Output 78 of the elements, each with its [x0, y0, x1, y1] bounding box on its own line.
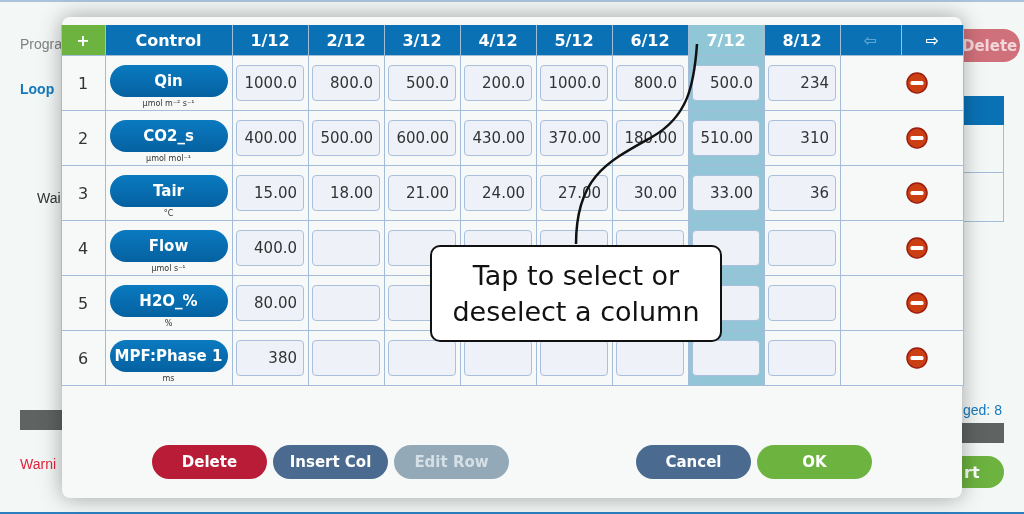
value-field[interactable]: 80.00 — [236, 285, 304, 321]
value-field[interactable]: 30.00 — [616, 175, 684, 211]
remove-icon[interactable] — [905, 292, 928, 314]
value-field[interactable]: 33.00 — [692, 175, 760, 211]
remove-icon[interactable] — [905, 127, 928, 149]
control-button[interactable]: Qin — [109, 65, 228, 97]
unit-label: ms — [162, 374, 175, 384]
control-button[interactable]: Flow — [109, 230, 228, 262]
value-field[interactable]: 1000.0 — [236, 65, 304, 101]
control-button[interactable]: CO2_s — [109, 120, 228, 152]
unit-label: °C — [163, 209, 174, 219]
remove-icon[interactable] — [905, 182, 928, 204]
value-field[interactable]: 500.00 — [312, 120, 380, 156]
insert-column-button[interactable]: Insert Col — [273, 445, 388, 479]
value-field[interactable] — [540, 340, 608, 376]
row-number: 5 — [77, 293, 89, 313]
column-header[interactable]: 4/12 — [460, 25, 536, 55]
row-number: 4 — [77, 238, 89, 258]
value-field[interactable]: 500.0 — [388, 65, 456, 101]
value-field[interactable]: 200.0 — [464, 65, 532, 101]
value-field[interactable] — [388, 340, 456, 376]
value-field[interactable]: 370.00 — [540, 120, 608, 156]
value-field[interactable] — [464, 340, 532, 376]
wait-label: Wai — [37, 190, 62, 206]
column-header: Control — [105, 25, 232, 55]
cancel-button[interactable]: Cancel — [636, 445, 751, 479]
column-header[interactable]: 8/12 — [764, 25, 840, 55]
value-field[interactable]: 600.00 — [388, 120, 456, 156]
unit-label: µmol s⁻¹ — [151, 264, 186, 274]
value-field[interactable] — [312, 230, 380, 266]
row-number: 3 — [77, 183, 89, 203]
value-field[interactable]: 36 — [768, 175, 836, 211]
logged-count: ged: 8 — [963, 402, 1003, 418]
program-label: Progra — [20, 36, 62, 52]
control-button[interactable]: H2O_% — [109, 285, 228, 317]
value-field[interactable]: 234 — [768, 65, 836, 101]
value-field[interactable]: 1000.0 — [540, 65, 608, 101]
remove-icon[interactable] — [905, 72, 928, 94]
value-field[interactable] — [312, 340, 380, 376]
value-field[interactable]: 800.0 — [312, 65, 380, 101]
row-number: 2 — [77, 128, 89, 148]
value-field[interactable]: 400.00 — [236, 120, 304, 156]
remove-icon[interactable] — [905, 237, 928, 259]
column-header[interactable]: 2/12 — [308, 25, 384, 55]
row-number: 6 — [77, 348, 89, 368]
value-field[interactable]: 400.0 — [236, 230, 304, 266]
unit-label: % — [164, 319, 173, 329]
value-field[interactable]: 24.00 — [464, 175, 532, 211]
value-field[interactable] — [692, 340, 760, 376]
column-header[interactable]: 5/12 — [536, 25, 612, 55]
warning-label: Warni — [20, 456, 58, 472]
value-field[interactable]: 21.00 — [388, 175, 456, 211]
value-field[interactable]: 15.00 — [236, 175, 304, 211]
remove-icon[interactable] — [905, 347, 928, 369]
next-button[interactable]: ⇨ — [901, 25, 963, 55]
delete-button[interactable]: Delete — [152, 445, 267, 479]
value-field[interactable]: 310 — [768, 120, 836, 156]
row-number: 1 — [77, 73, 89, 93]
column-header[interactable]: 3/12 — [384, 25, 460, 55]
value-field[interactable]: 800.0 — [616, 65, 684, 101]
value-field[interactable] — [768, 340, 836, 376]
control-button[interactable]: Tair — [109, 175, 228, 207]
value-field[interactable]: 500.0 — [692, 65, 760, 101]
column-header[interactable]: 1/12 — [232, 25, 308, 55]
value-field[interactable] — [616, 340, 684, 376]
value-field[interactable]: 430.00 — [464, 120, 532, 156]
unit-label: µmol m⁻² s⁻¹ — [142, 99, 195, 109]
control-button[interactable]: MPF:Phase 1 — [109, 340, 228, 372]
value-field[interactable] — [768, 230, 836, 266]
tooltip-text: Tap to select or deselect a column — [451, 258, 701, 329]
value-field[interactable]: 380 — [236, 340, 304, 376]
column-header[interactable]: 6/12 — [612, 25, 688, 55]
unit-label: µmol mol⁻¹ — [146, 154, 191, 164]
value-field[interactable] — [312, 285, 380, 321]
value-field[interactable]: 510.00 — [692, 120, 760, 156]
loop-label: Loop — [20, 81, 56, 97]
value-field[interactable]: 18.00 — [312, 175, 380, 211]
value-field[interactable] — [768, 285, 836, 321]
